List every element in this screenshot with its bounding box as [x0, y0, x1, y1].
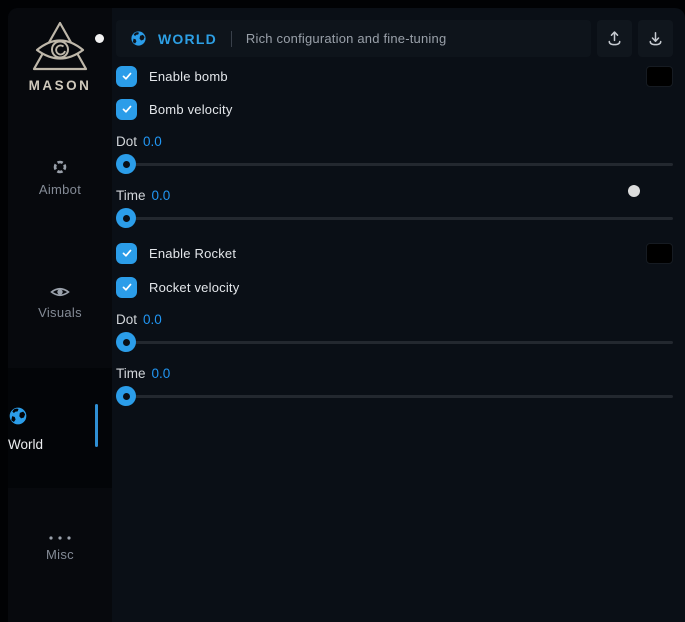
sidebar-item-label: Visuals: [8, 305, 112, 320]
check-icon: [120, 102, 134, 116]
white-dot-indicator: [628, 185, 640, 197]
app-window: MASON Aimbot Visuals World: [8, 8, 685, 622]
slider-value: 0.0: [152, 366, 171, 381]
color-swatch[interactable]: [646, 243, 673, 264]
slider-label: Time: [116, 366, 146, 381]
check-icon: [120, 246, 134, 260]
checkbox-row-bomb-velocity[interactable]: Bomb velocity: [116, 98, 673, 120]
slider-label: Dot: [116, 312, 137, 327]
active-tab-indicator: [95, 404, 98, 447]
slider-group-time: Time 0.0: [116, 188, 673, 229]
checkbox-label: Bomb velocity: [149, 102, 233, 117]
slider[interactable]: [116, 208, 673, 229]
ellipsis-icon: [47, 535, 73, 541]
globe-icon: [130, 30, 147, 47]
slider-handle[interactable]: [116, 332, 136, 352]
slider-label: Dot: [116, 134, 137, 149]
eye-icon: [50, 285, 70, 299]
check-icon: [120, 69, 134, 83]
slider-handle[interactable]: [116, 208, 136, 228]
sidebar-item-visuals[interactable]: Visuals: [8, 285, 112, 320]
slider-track[interactable]: [116, 217, 673, 220]
header-row: WORLD Rich configuration and fine-tuning: [116, 20, 673, 57]
slider-label: Time: [116, 188, 146, 203]
brand-logo: MASON: [8, 20, 112, 93]
page-title: WORLD: [158, 31, 217, 47]
slider-group-dot: Dot 0.0: [116, 312, 673, 353]
slider-head: Time 0.0: [116, 366, 673, 383]
crosshair-icon: [51, 158, 69, 176]
globe-icon: [8, 406, 28, 426]
sidebar-item-world[interactable]: World: [8, 368, 112, 488]
slider-head: Dot 0.0: [116, 134, 673, 151]
sidebar: MASON Aimbot Visuals World: [8, 8, 112, 622]
checkbox-label: Enable bomb: [149, 69, 228, 84]
slider[interactable]: [116, 332, 673, 353]
download-button[interactable]: [638, 20, 673, 57]
slider[interactable]: [116, 154, 673, 175]
upload-icon: [605, 29, 624, 48]
sidebar-item-misc[interactable]: Misc: [8, 535, 112, 562]
upload-button[interactable]: [597, 20, 632, 57]
sidebar-item-label: Aimbot: [8, 182, 112, 197]
main-panel: WORLD Rich configuration and fine-tuning: [112, 8, 685, 622]
slider[interactable]: [116, 386, 673, 407]
page-header: WORLD Rich configuration and fine-tuning: [116, 20, 591, 57]
checkbox-row-rocket-velocity[interactable]: Rocket velocity: [116, 276, 673, 298]
slider-value: 0.0: [143, 312, 162, 327]
slider-value: 0.0: [143, 134, 162, 149]
checkbox-row-enable-rocket[interactable]: Enable Rocket: [116, 242, 673, 264]
page-subtitle: Rich configuration and fine-tuning: [246, 31, 446, 46]
slider-group-dot: Dot 0.0: [116, 134, 673, 175]
slider-track[interactable]: [116, 395, 673, 398]
checkbox-checked[interactable]: [116, 277, 137, 298]
slider-handle[interactable]: [116, 386, 136, 406]
eye-triangle-icon: [30, 20, 90, 74]
white-dot-indicator: [95, 34, 104, 43]
slider-track[interactable]: [116, 341, 673, 344]
slider-head: Time 0.0: [116, 188, 673, 205]
download-icon: [646, 29, 665, 48]
check-icon: [120, 280, 134, 294]
divider: [231, 31, 232, 47]
checkbox-checked[interactable]: [116, 99, 137, 120]
checkbox-row-enable-bomb[interactable]: Enable bomb: [116, 65, 673, 87]
slider-group-time: Time 0.0: [116, 366, 673, 407]
slider-handle[interactable]: [116, 154, 136, 174]
brand-name: MASON: [8, 78, 112, 93]
checkbox-label: Rocket velocity: [149, 280, 239, 295]
slider-track[interactable]: [116, 163, 673, 166]
checkbox-checked[interactable]: [116, 66, 137, 87]
sidebar-item-label: Misc: [8, 547, 112, 562]
checkbox-checked[interactable]: [116, 243, 137, 264]
slider-head: Dot 0.0: [116, 312, 673, 329]
sidebar-item-aimbot[interactable]: Aimbot: [8, 158, 112, 197]
slider-value: 0.0: [152, 188, 171, 203]
checkbox-label: Enable Rocket: [149, 246, 236, 261]
color-swatch[interactable]: [646, 66, 673, 87]
